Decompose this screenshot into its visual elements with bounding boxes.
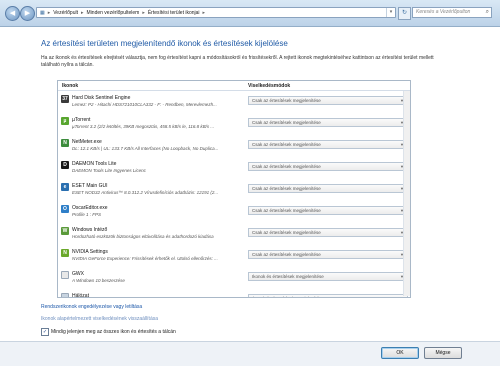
app-name: µTorrent xyxy=(72,117,91,123)
hdd-sentinel-icon: 37 xyxy=(61,95,69,103)
app-name: DAEMON Tools Lite xyxy=(72,161,117,167)
behavior-value: Csak az értesítések megjelenítése xyxy=(252,98,321,103)
app-name: OscarEditor.exe xyxy=(72,205,108,211)
breadcrumb-separator-icon: ▸ xyxy=(202,9,206,16)
table-row: O OscarEditor.exe Profile 1 : FPS Csak az é… xyxy=(58,202,410,226)
behavior-select[interactable]: Csak az értesítések megjelenítése▼ xyxy=(248,118,408,127)
system-icons-link[interactable]: Rendszerikonok engedélyezése vagy letilt… xyxy=(41,304,142,310)
behavior-select[interactable]: Csak az értesítések megjelenítése▼ xyxy=(248,206,408,215)
icons-table: Ikonok Viselkedésmódok 37 Hard Disk Senti… xyxy=(57,80,411,298)
app-status: ESET NOD32 Antivirus™ 8.0.312.2 Vírusdef… xyxy=(72,190,219,195)
behavior-select[interactable]: Ikonok és értesítések megjelenítése▼ xyxy=(248,294,408,297)
daemon-tools-icon: D xyxy=(61,161,69,169)
scrollbar[interactable] xyxy=(403,91,410,296)
app-status: µTorrent 3.2 (2/2 letöltés, 39KB megoszt… xyxy=(72,124,215,129)
always-show-checkbox-row[interactable]: ✓ Mindig jelenjen meg az összes ikon és … xyxy=(41,328,176,336)
windows-explorer-icon: W xyxy=(61,227,69,235)
app-status: Profile 1 : FPS xyxy=(72,212,102,217)
page-title: Az értesítési területen megjelenítendő i… xyxy=(41,39,288,48)
nvidia-icon: N xyxy=(61,249,69,257)
behavior-select[interactable]: Csak az értesítések megjelenítése▼ xyxy=(248,140,408,149)
address-dropdown-icon[interactable]: ▾ xyxy=(386,8,395,17)
dialog-footer: OK Mégse xyxy=(0,341,500,366)
cancel-button[interactable]: Mégse xyxy=(424,347,462,359)
table-row: Hálózat Ikonok és értesítések megjeleníté… xyxy=(58,290,410,298)
table-row: N NetMeter.exe DL: 12.1 KB/s | UL: 133.7 K… xyxy=(58,136,410,160)
breadcrumb-separator-icon: ▸ xyxy=(47,9,51,16)
app-status: DAEMON Tools Lite Ingyenes Licenc xyxy=(72,168,146,173)
behavior-select[interactable]: Csak az értesítések megjelenítése▼ xyxy=(248,96,408,105)
breadcrumb-separator-icon: ▸ xyxy=(142,9,145,16)
refresh-button[interactable]: ↻ xyxy=(398,7,411,20)
search-input[interactable]: Keresés a Vezérlőpulton ⌕ xyxy=(412,7,492,18)
table-row: D DAEMON Tools Lite DAEMON Tools Lite Ingy… xyxy=(58,158,410,182)
behavior-value: Csak az értesítések megjelenítése xyxy=(252,208,321,213)
breadcrumb-item[interactable]: Értesítési terület ikonjai xyxy=(148,10,200,16)
table-row: µ µTorrent µTorrent 3.2 (2/2 letöltés, 39K… xyxy=(58,114,410,138)
table-row: W Windows Intéző Hordozható eszközök bizto… xyxy=(58,224,410,248)
oscar-editor-icon: O xyxy=(61,205,69,213)
behavior-value: Csak az értesítések megjelenítése xyxy=(252,230,321,235)
app-name: Windows Intéző xyxy=(72,227,108,233)
app-name: Hard Disk Sentinel Engine xyxy=(72,95,131,101)
netmeter-icon: N xyxy=(61,139,69,147)
search-icon: ⌕ xyxy=(485,9,489,15)
app-name: GWX xyxy=(72,271,84,277)
table-header: Ikonok Viselkedésmódok xyxy=(58,81,410,91)
app-name: ESET Main GUI xyxy=(72,183,108,189)
column-header-behaviors: Viselkedésmódok xyxy=(248,83,291,89)
always-show-label: Mindig jelenjen meg az összes ikon és ér… xyxy=(51,329,176,335)
forward-button[interactable]: ▶ xyxy=(20,6,35,21)
back-button[interactable]: ◀ xyxy=(5,6,20,21)
table-row: e ESET Main GUI ESET NOD32 Antivirus™ 8.0.… xyxy=(58,180,410,204)
behavior-value: Csak az értesítések megjelenítése xyxy=(252,120,321,125)
behavior-value: Csak az értesítések megjelenítése xyxy=(252,164,321,169)
behavior-value: Csak az értesítések megjelenítése xyxy=(252,142,321,147)
address-bar[interactable]: ▦ ▸ Vezérlőpult ▸ Minden vezérlőpultelem… xyxy=(36,7,396,18)
ok-button[interactable]: OK xyxy=(381,347,419,359)
app-status: Lemez: P2 - Hitachi HDS721010CLA332 - F:… xyxy=(72,102,217,107)
table-row: GWX A Windows 10 beszerzése Ikonok és érte… xyxy=(58,268,410,292)
behavior-select[interactable]: Csak az értesítések megjelenítése▼ xyxy=(248,228,408,237)
eset-icon: e xyxy=(61,183,69,191)
breadcrumb-item[interactable]: Minden vezérlőpultelem xyxy=(87,10,140,16)
gwx-icon xyxy=(61,271,69,279)
app-name: Hálózat xyxy=(72,293,89,298)
breadcrumb-separator-icon: ▸ xyxy=(81,9,84,16)
app-status: A Windows 10 beszerzése xyxy=(72,278,125,283)
table-row: 37 Hard Disk Sentinel Engine Lemez: P2 - H… xyxy=(58,92,410,116)
column-header-icons: Ikonok xyxy=(62,83,79,89)
page-description: Ha az ikonok és értesítések elrejtését v… xyxy=(41,55,434,68)
app-status: DL: 12.1 KB/s | UL: 133.7 KB/s All Inter… xyxy=(72,146,219,151)
app-name: NVIDIA Settings xyxy=(72,249,108,255)
utorrent-icon: µ xyxy=(61,117,69,125)
behavior-value: Csak az értesítések megjelenítése xyxy=(252,186,321,191)
breadcrumb-item[interactable]: Vezérlőpult xyxy=(53,10,78,16)
search-placeholder: Keresés a Vezérlőpulton xyxy=(416,9,471,15)
app-name: NetMeter.exe xyxy=(72,139,102,145)
app-status: Hordozható eszközök biztonságos eltávolí… xyxy=(72,234,214,239)
restore-defaults-link[interactable]: Ikonok alapértelmezett viselkedésének vi… xyxy=(41,316,158,322)
table-row: N NVIDIA Settings NVIDIA GeForce Experienc… xyxy=(58,246,410,270)
behavior-select[interactable]: Csak az értesítések megjelenítése▼ xyxy=(248,184,408,193)
behavior-value: Ikonok és értesítések megjelenítése xyxy=(252,274,324,279)
content-area: Az értesítési területen megjelenítendő i… xyxy=(0,27,500,341)
control-panel-icon: ▦ xyxy=(40,9,45,16)
always-show-checkbox[interactable]: ✓ xyxy=(41,328,49,336)
app-status: NVIDIA GeForce Experience: Frissítések é… xyxy=(72,256,218,261)
behavior-value: Ikonok és értesítések megjelenítése xyxy=(252,296,324,297)
behavior-value: Csak az értesítések megjelenítése xyxy=(252,252,321,257)
title-bar: ◀ ▶ ▦ ▸ Vezérlőpult ▸ Minden vezérlőpult… xyxy=(0,0,500,27)
network-icon xyxy=(61,293,69,297)
behavior-select[interactable]: Csak az értesítések megjelenítése▼ xyxy=(248,250,408,259)
behavior-select[interactable]: Ikonok és értesítések megjelenítése▼ xyxy=(248,272,408,281)
behavior-select[interactable]: Csak az értesítések megjelenítése▼ xyxy=(248,162,408,171)
